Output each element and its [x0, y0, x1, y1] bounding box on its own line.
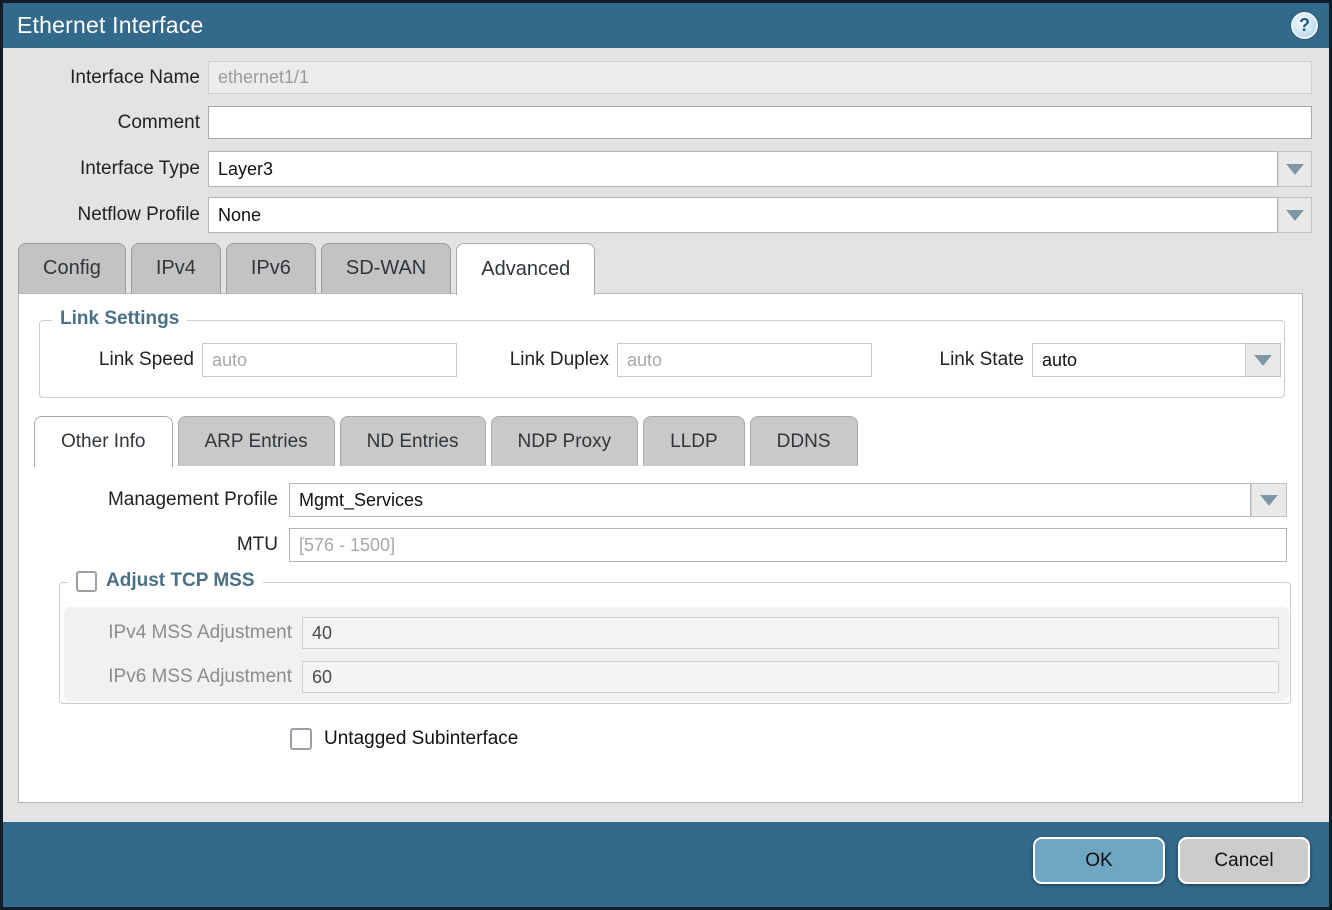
mtu-field[interactable] — [289, 528, 1287, 562]
adjust-tcp-mss-legend-text: Adjust TCP MSS — [106, 570, 255, 592]
mss-panel: IPv4 MSS Adjustment IPv6 MSS Adjustment — [64, 607, 1289, 701]
netflow-profile-label: Netflow Profile — [3, 197, 200, 233]
sub-tab-strip: Other Info ARP Entries ND Entries NDP Pr… — [34, 416, 858, 466]
ipv4-mss-label: IPv4 MSS Adjustment — [64, 617, 292, 649]
chevron-down-icon — [1286, 210, 1304, 221]
link-speed-label: Link Speed — [40, 343, 194, 377]
link-state-label: Link State — [870, 343, 1024, 377]
link-settings-fieldset: Link Settings Link Speed Link Duplex Lin… — [39, 320, 1285, 398]
ipv6-mss-row: IPv6 MSS Adjustment — [64, 661, 1279, 693]
mtu-row: MTU — [19, 528, 1287, 562]
chevron-down-icon — [1260, 495, 1278, 506]
tab-nd-entries[interactable]: ND Entries — [340, 416, 486, 466]
tab-ndp-proxy[interactable]: NDP Proxy — [491, 416, 639, 466]
link-state-select[interactable] — [1032, 343, 1245, 377]
ipv6-mss-label: IPv6 MSS Adjustment — [64, 661, 292, 693]
tab-advanced[interactable]: Advanced — [456, 243, 595, 295]
untagged-subinterface-row: Untagged Subinterface — [290, 728, 518, 750]
management-profile-label: Management Profile — [19, 483, 278, 517]
dialog-footer: OK Cancel — [3, 822, 1329, 907]
tab-lldp[interactable]: LLDP — [643, 416, 745, 466]
tab-sdwan[interactable]: SD-WAN — [321, 243, 451, 293]
interface-type-label: Interface Type — [3, 151, 200, 187]
untagged-subinterface-label: Untagged Subinterface — [324, 728, 518, 750]
comment-label: Comment — [3, 106, 200, 139]
interface-type-row: Interface Type — [3, 151, 1312, 187]
netflow-profile-row: Netflow Profile — [3, 197, 1312, 233]
comment-field[interactable] — [208, 106, 1312, 139]
link-speed-row: Link Speed — [40, 343, 457, 377]
tab-arp-entries[interactable]: ARP Entries — [178, 416, 335, 466]
help-icon[interactable]: ? — [1291, 12, 1318, 39]
adjust-tcp-mss-legend: Adjust TCP MSS — [68, 570, 263, 592]
chevron-down-icon — [1254, 355, 1272, 366]
advanced-tab-panel: Link Settings Link Speed Link Duplex Lin… — [18, 293, 1303, 803]
management-profile-select[interactable] — [289, 483, 1251, 517]
tab-ipv4[interactable]: IPv4 — [131, 243, 221, 293]
interface-name-label: Interface Name — [3, 61, 200, 94]
tab-ddns[interactable]: DDNS — [750, 416, 858, 466]
link-state-row: Link State — [870, 343, 1281, 377]
link-duplex-field[interactable] — [617, 343, 872, 377]
link-speed-field[interactable] — [202, 343, 457, 377]
interface-type-select[interactable] — [208, 151, 1278, 187]
chevron-down-icon — [1286, 164, 1304, 175]
ok-button[interactable]: OK — [1033, 837, 1165, 884]
tab-config[interactable]: Config — [18, 243, 126, 293]
interface-name-field — [208, 61, 1312, 94]
comment-row: Comment — [3, 106, 1312, 139]
dialog-title: Ethernet Interface — [17, 12, 203, 39]
netflow-profile-dropdown-button[interactable] — [1278, 197, 1312, 233]
link-state-dropdown-button[interactable] — [1245, 343, 1281, 377]
interface-type-dropdown-button[interactable] — [1278, 151, 1312, 187]
dialog-titlebar: Ethernet Interface ? — [3, 3, 1329, 48]
ipv4-mss-field — [302, 617, 1279, 649]
interface-name-row: Interface Name — [3, 61, 1312, 94]
tab-other-info[interactable]: Other Info — [34, 416, 173, 467]
mtu-label: MTU — [19, 528, 278, 562]
untagged-subinterface-checkbox[interactable] — [290, 728, 312, 750]
ethernet-interface-dialog: Ethernet Interface ? Interface Name Comm… — [0, 0, 1332, 910]
link-settings-legend: Link Settings — [52, 308, 187, 330]
main-tab-strip: Config IPv4 IPv6 SD-WAN Advanced — [18, 243, 595, 293]
ipv6-mss-field — [302, 661, 1279, 693]
tab-ipv6[interactable]: IPv6 — [226, 243, 316, 293]
ipv4-mss-row: IPv4 MSS Adjustment — [64, 617, 1279, 649]
adjust-tcp-mss-checkbox[interactable] — [76, 571, 97, 592]
adjust-tcp-mss-fieldset: Adjust TCP MSS IPv4 MSS Adjustment IPv6 … — [59, 582, 1291, 704]
management-profile-dropdown-button[interactable] — [1251, 483, 1287, 517]
link-duplex-label: Link Duplex — [470, 343, 609, 377]
link-duplex-row: Link Duplex — [470, 343, 872, 377]
cancel-button[interactable]: Cancel — [1178, 837, 1310, 884]
management-profile-row: Management Profile — [19, 483, 1287, 517]
netflow-profile-select[interactable] — [208, 197, 1278, 233]
